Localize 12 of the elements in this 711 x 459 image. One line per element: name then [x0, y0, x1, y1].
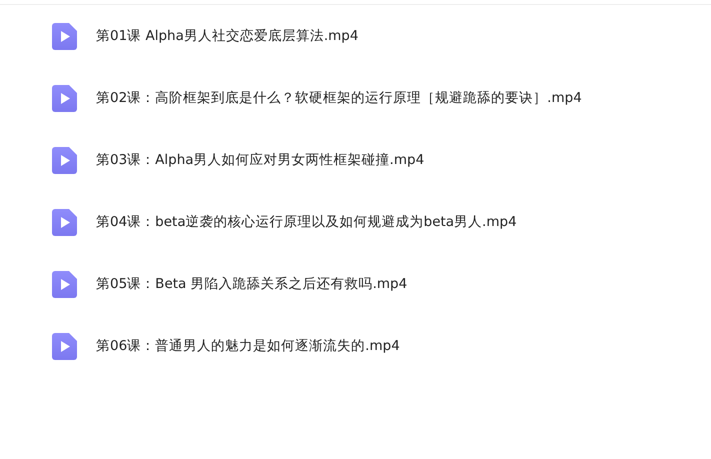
file-name[interactable]: 第02课：高阶框架到底是什么？软硬框架的运行原理［规避跪舔的要诀］.mp4: [96, 89, 582, 107]
file-name[interactable]: 第03课：Alpha男人如何应对男女两性框架碰撞.mp4: [96, 151, 424, 169]
video-file-icon: [52, 332, 77, 360]
file-name[interactable]: 第04课：beta逆袭的核心运行原理以及如何规避成为beta男人.mp4: [96, 213, 517, 231]
video-file-icon: [52, 22, 77, 50]
video-file-icon: [52, 208, 77, 236]
video-file-icon: [52, 84, 77, 112]
video-file-icon: [52, 146, 77, 174]
file-name[interactable]: 第05课：Beta 男陷入跪舔关系之后还有救吗.mp4: [96, 275, 408, 293]
video-file-icon: [52, 270, 77, 298]
file-name[interactable]: 第01课 Alpha男人社交恋爱底层算法.mp4: [96, 27, 358, 45]
file-name[interactable]: 第06课：普通男人的魅力是如何逐渐流失的.mp4: [96, 337, 400, 355]
